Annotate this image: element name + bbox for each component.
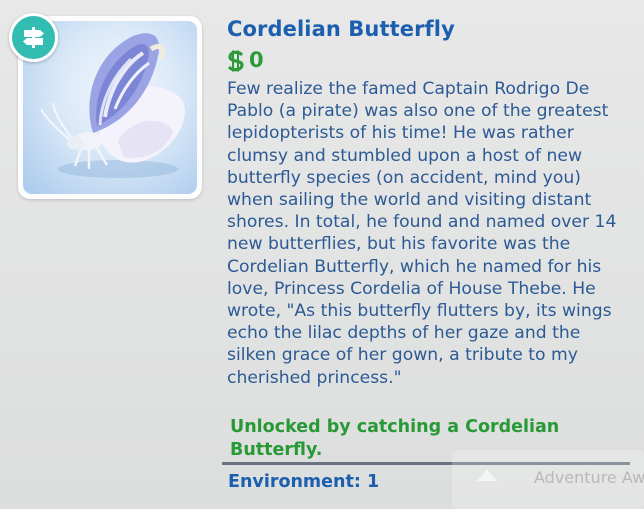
- triangle-up-icon: [477, 469, 497, 481]
- background-tooltip: Adventure Aw: [452, 450, 644, 509]
- signpost-icon: [9, 13, 58, 62]
- environment-stat: Environment: 1: [228, 472, 380, 492]
- item-title: Cordelian Butterfly: [227, 17, 455, 41]
- simoleon-icon: [227, 50, 245, 76]
- background-tooltip-text: Adventure Aw: [534, 468, 644, 487]
- item-description: Few realize the famed Captain Rodrigo De…: [227, 79, 617, 388]
- price-value: 0: [249, 48, 264, 72]
